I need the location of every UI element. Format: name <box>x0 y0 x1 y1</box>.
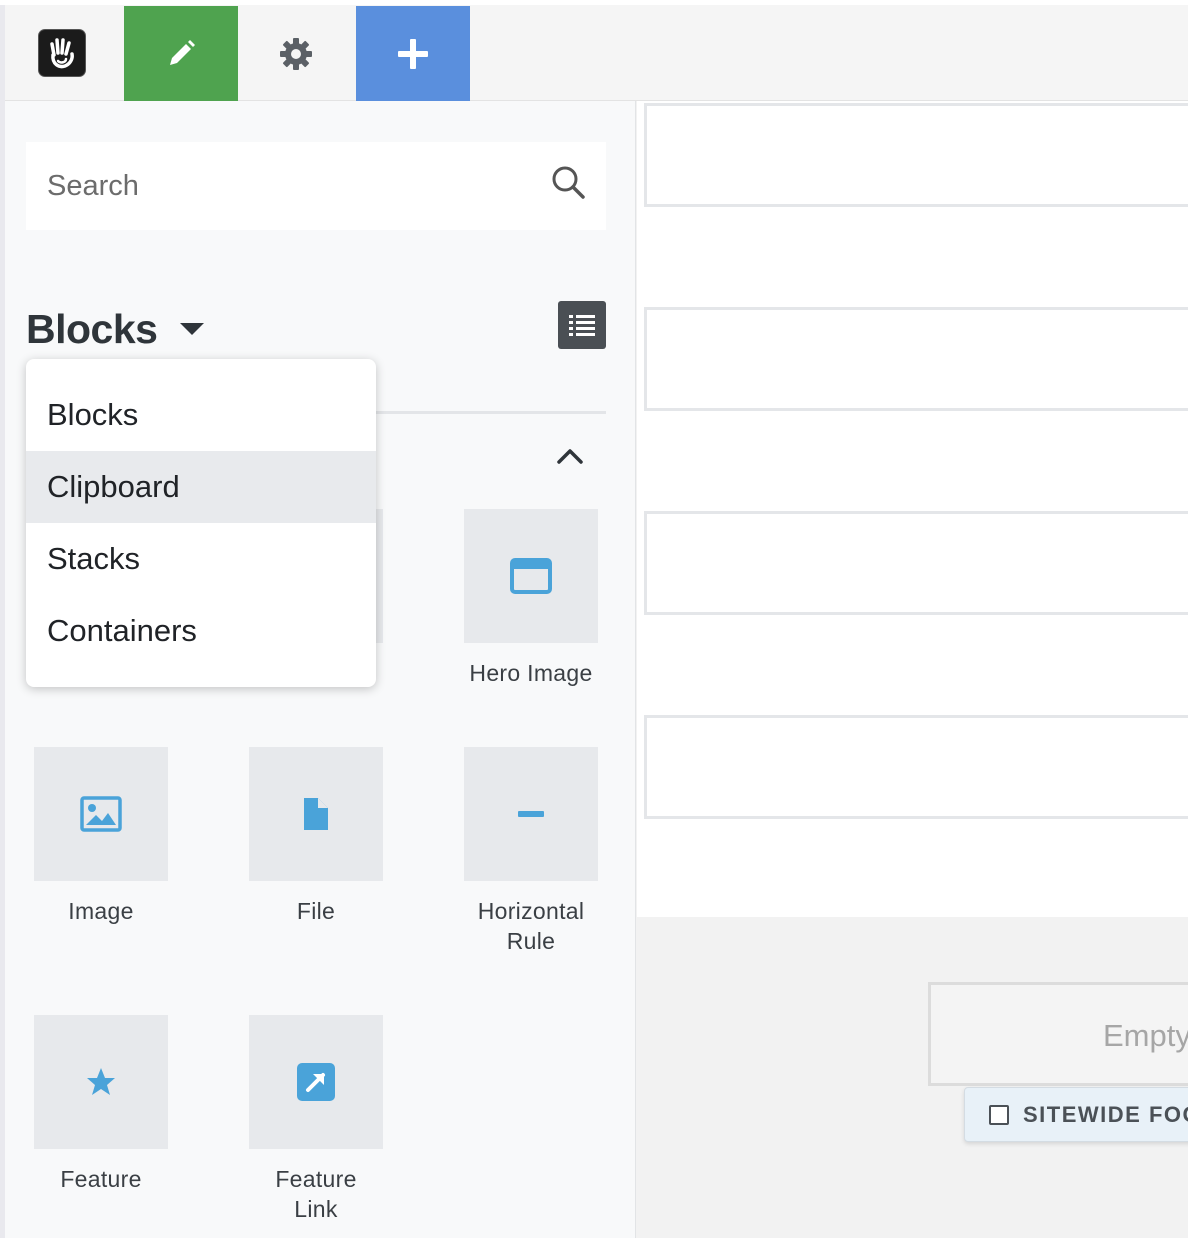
image-icon <box>80 796 122 832</box>
edit-toolbar <box>0 0 1188 1238</box>
block-label-horizontal-rule: Horizontal Rule <box>477 898 585 954</box>
content-area[interactable] <box>644 715 1188 819</box>
dropdown-item-blocks[interactable]: Blocks <box>26 379 376 451</box>
plus-icon <box>398 38 428 69</box>
edit-mode-button[interactable] <box>124 6 238 101</box>
browser-window-icon <box>510 558 552 594</box>
block-tile-feature[interactable] <box>34 1015 168 1149</box>
footer-tag-label: SITEWIDE FOO <box>1023 1101 1188 1127</box>
dropdown-item-clipboard[interactable]: Clipboard <box>26 451 376 523</box>
chevron-up-icon[interactable] <box>556 447 584 465</box>
dropdown-item-containers[interactable]: Containers <box>26 595 376 667</box>
hand-logo-icon <box>50 38 74 69</box>
page-settings-button[interactable] <box>239 6 353 101</box>
empty-footer-area[interactable]: Empty <box>928 982 1188 1086</box>
block-tile-hero-image[interactable] <box>464 509 598 643</box>
external-link-icon <box>297 1063 335 1101</box>
block-label-hero-image: Hero Image <box>469 660 593 686</box>
search-box <box>26 142 606 230</box>
pencil-icon <box>170 39 195 65</box>
star-icon <box>87 1068 115 1095</box>
block-tile-horizontal-rule[interactable] <box>464 747 598 881</box>
add-content-button[interactable] <box>356 6 470 101</box>
panel-type-label: Blocks <box>26 305 158 352</box>
caret-down-icon <box>180 323 205 335</box>
list-icon <box>569 315 595 336</box>
panel-type-dropdown: Blocks Clipboard Stacks Containers <box>26 359 376 687</box>
content-area[interactable] <box>644 307 1188 411</box>
block-label-file: File <box>296 898 336 924</box>
file-icon <box>304 798 328 830</box>
dropdown-item-stacks[interactable]: Stacks <box>26 523 376 595</box>
search-icon[interactable] <box>550 164 586 200</box>
concrete-logo-icon[interactable] <box>38 29 86 77</box>
block-label-feature-link: Feature Link <box>275 1166 357 1222</box>
gear-icon <box>280 37 312 70</box>
section-divider <box>376 411 606 414</box>
content-area[interactable] <box>644 511 1188 615</box>
page-content <box>637 101 1188 917</box>
search-input[interactable] <box>26 156 526 216</box>
block-label-feature: Feature <box>60 1166 142 1192</box>
list-view-button[interactable] <box>558 301 606 349</box>
empty-area-placeholder: Empty <box>1103 1018 1188 1053</box>
content-area[interactable] <box>644 103 1188 207</box>
block-tile-image[interactable] <box>34 747 168 881</box>
sitewide-footer-tag[interactable]: SITEWIDE FOO <box>964 1087 1188 1142</box>
block-tile-feature-link[interactable] <box>249 1015 383 1149</box>
minus-icon <box>518 811 544 817</box>
block-label-image: Image <box>68 898 134 924</box>
panel-type-selector[interactable]: Blocks <box>26 302 205 356</box>
checkbox-icon[interactable] <box>989 1104 1009 1125</box>
block-tile-file[interactable] <box>249 747 383 881</box>
